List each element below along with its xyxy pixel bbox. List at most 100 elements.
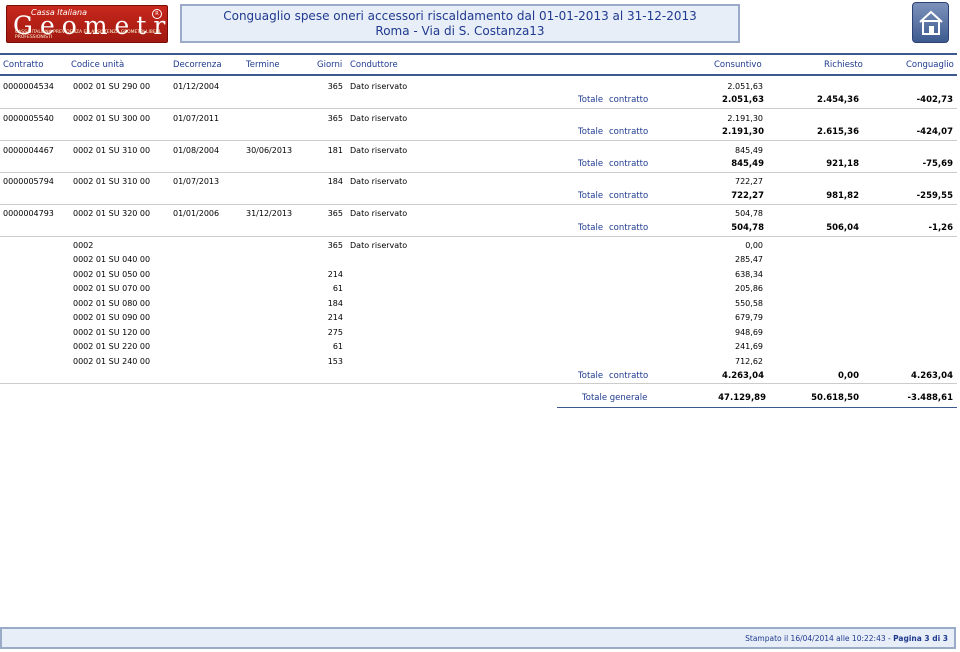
- print-info: Stampato il 16/04/2014 alle 10:22:43 - P…: [745, 634, 948, 643]
- unit-code: 0002 01 SU 290 00: [73, 82, 151, 91]
- print-timestamp: Stampato il 16/04/2014 alle 10:22:43 -: [745, 634, 894, 643]
- home-button[interactable]: [912, 2, 949, 43]
- unit-code: 0002: [73, 241, 94, 250]
- consuntivo-value: 550,58: [735, 299, 763, 308]
- total-consuntivo: 2.051,63: [722, 95, 764, 105]
- consuntivo-value: 638,34: [735, 270, 763, 279]
- consuntivo-value: 679,79: [735, 313, 763, 322]
- totale-label: Totale: [578, 371, 604, 381]
- contratto-label: contratto: [609, 95, 649, 105]
- consuntivo-value: 2.051,63: [727, 82, 763, 91]
- consuntivo-value: 285,47: [735, 255, 763, 264]
- totale-label: Totale: [578, 95, 604, 105]
- logo-line3: CASSA ITALIANA PREVIDENZA ED ASSISTENZA …: [15, 30, 161, 40]
- days-count: 61: [332, 284, 343, 293]
- days-count: 214: [327, 270, 343, 279]
- contratto-label: contratto: [609, 159, 649, 169]
- days-count: 153: [327, 357, 343, 366]
- consuntivo-value: 0,00: [745, 241, 763, 250]
- report-title: Conguaglio spese oneri accessori riscald…: [223, 9, 697, 23]
- totale-generale-label: Totale generale: [582, 393, 648, 403]
- days-count: 365: [327, 114, 343, 123]
- unit-code: 0002 01 SU 310 00: [73, 177, 151, 186]
- tenant-name: Dato riservato: [350, 177, 408, 186]
- contratto-number: 0000005794: [3, 177, 54, 186]
- tenant-name: Dato riservato: [350, 146, 408, 155]
- totale-label: Totale: [578, 191, 604, 201]
- unit-code: 0002 01 SU 120 00: [73, 328, 151, 337]
- col-consuntivo: Consuntivo: [714, 60, 762, 70]
- contratto-number: 0000004534: [3, 82, 54, 91]
- registered-mark: R: [152, 9, 162, 19]
- days-count: 365: [327, 241, 343, 250]
- unit-code: 0002 01 SU 070 00: [73, 284, 151, 293]
- start-date: 01/07/2013: [173, 177, 220, 186]
- unit-code: 0002 01 SU 220 00: [73, 342, 151, 351]
- cassa-geometri-logo: Cassa Italiana Geometri CASSA ITALIANA P…: [6, 5, 168, 43]
- total-richiesto: 2.615,36: [817, 127, 859, 137]
- consuntivo-value: 504,78: [735, 209, 763, 218]
- print-footer: Stampato il 16/04/2014 alle 10:22:43 - P…: [0, 627, 956, 649]
- contratto-number: 0000004793: [3, 209, 54, 218]
- grand-total-richiesto: 50.618,50: [811, 393, 859, 403]
- total-richiesto: 981,82: [826, 191, 859, 201]
- contratto-label: contratto: [609, 223, 649, 233]
- grand-total-conguaglio: -3.488,61: [907, 393, 953, 403]
- consuntivo-value: 722,27: [735, 177, 763, 186]
- col-decorrenza: Decorrenza: [173, 60, 222, 70]
- col-conguaglio: Conguaglio: [906, 60, 954, 70]
- total-consuntivo: 4.263,04: [722, 371, 764, 381]
- start-date: 01/12/2004: [173, 82, 220, 91]
- tenant-name: Dato riservato: [350, 241, 408, 250]
- contratto-label: contratto: [609, 371, 649, 381]
- days-count: 181: [327, 146, 343, 155]
- start-date: 01/08/2004: [173, 146, 220, 155]
- days-count: 365: [327, 82, 343, 91]
- days-count: 275: [327, 328, 343, 337]
- row-separator: [0, 383, 957, 384]
- unit-code: 0002 01 SU 300 00: [73, 114, 151, 123]
- tenant-name: Dato riservato: [350, 209, 408, 218]
- consuntivo-value: 845,49: [735, 146, 763, 155]
- consuntivo-value: 948,69: [735, 328, 763, 337]
- days-count: 214: [327, 313, 343, 322]
- totale-label: Totale: [578, 127, 604, 137]
- consuntivo-value: 712,62: [735, 357, 763, 366]
- home-icon: [919, 10, 943, 35]
- days-count: 365: [327, 209, 343, 218]
- total-consuntivo: 504,78: [731, 223, 764, 233]
- total-richiesto: 0,00: [838, 371, 859, 381]
- col-codice: Codice unità: [71, 60, 125, 70]
- unit-code: 0002 01 SU 240 00: [73, 357, 151, 366]
- unit-code: 0002 01 SU 310 00: [73, 146, 151, 155]
- total-richiesto: 2.454,36: [817, 95, 859, 105]
- unit-code: 0002 01 SU 040 00: [73, 255, 151, 264]
- unit-code: 0002 01 SU 080 00: [73, 299, 151, 308]
- report-title-box: Conguaglio spese oneri accessori riscald…: [180, 4, 740, 43]
- grand-total-consuntivo: 47.129,89: [718, 393, 766, 403]
- consuntivo-value: 2.191,30: [727, 114, 763, 123]
- contratto-label: contratto: [609, 191, 649, 201]
- total-conguaglio: -424,07: [916, 127, 953, 137]
- page-number: Pagina 3 di 3: [893, 634, 948, 643]
- row-separator: [0, 172, 957, 173]
- start-date: 01/01/2006: [173, 209, 220, 218]
- end-date: 30/06/2013: [246, 146, 293, 155]
- col-termine: Termine: [246, 60, 280, 70]
- row-separator: [0, 140, 957, 141]
- total-consuntivo: 722,27: [731, 191, 764, 201]
- table-header: Contratto Codice unità Decorrenza Termin…: [0, 53, 957, 76]
- total-conguaglio: -402,73: [916, 95, 953, 105]
- start-date: 01/07/2011: [173, 114, 220, 123]
- end-date: 31/12/2013: [246, 209, 293, 218]
- col-conduttore: Conduttore: [350, 60, 398, 70]
- total-conguaglio: -1,26: [928, 223, 954, 233]
- days-count: 184: [327, 299, 343, 308]
- col-giorni: Giorni: [317, 60, 343, 70]
- contratto-number: 0000004467: [3, 146, 54, 155]
- row-separator: [0, 108, 957, 109]
- col-contratto: Contratto: [3, 60, 44, 70]
- row-separator: [0, 204, 957, 205]
- contratto-number: 0000005540: [3, 114, 54, 123]
- total-consuntivo: 2.191,30: [722, 127, 764, 137]
